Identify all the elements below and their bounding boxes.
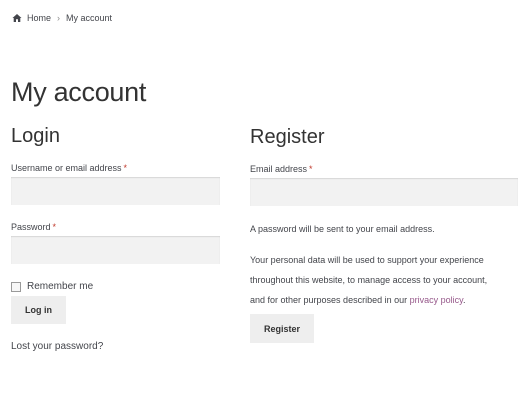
- username-label: Username or email address *: [11, 163, 127, 173]
- password-label: Password *: [11, 222, 56, 232]
- privacy-line-3-suffix: .: [462, 295, 466, 305]
- home-icon: [12, 14, 22, 22]
- email-label: Email address *: [250, 164, 313, 174]
- privacy-line-1: Your personal data will be used to suppo…: [250, 255, 484, 265]
- breadcrumb-current: My account: [66, 13, 113, 23]
- privacy-line-2: throughout this website, to manage acces…: [250, 275, 488, 285]
- privacy-line-3-prefix: and for other purposes described in our: [250, 295, 410, 305]
- remember-me-checkbox[interactable]: [11, 281, 21, 292]
- breadcrumb-separator: ›: [57, 13, 61, 23]
- required-marker: *: [52, 222, 57, 232]
- password-note: A password will be sent to your email ad…: [250, 224, 435, 234]
- privacy-text: Your personal data will be used to suppo…: [250, 250, 525, 310]
- required-marker: *: [123, 163, 128, 173]
- email-input[interactable]: [250, 178, 518, 206]
- email-label-text: Email address: [250, 164, 308, 174]
- lost-password-link[interactable]: Lost your password?: [11, 341, 103, 352]
- username-input[interactable]: [11, 177, 220, 205]
- required-marker: *: [309, 164, 313, 174]
- breadcrumb: Home › My account: [12, 11, 112, 25]
- page-title: My account: [11, 77, 147, 107]
- login-title: Login: [11, 125, 60, 147]
- remember-me-row[interactable]: Remember me: [11, 281, 93, 292]
- privacy-policy-link[interactable]: privacy policy: [410, 295, 463, 305]
- register-title: Register: [250, 126, 325, 148]
- username-label-text: Username or email address: [11, 163, 122, 173]
- breadcrumb-home-link[interactable]: Home: [27, 13, 51, 23]
- password-label-text: Password: [11, 222, 51, 232]
- register-button[interactable]: Register: [250, 314, 314, 343]
- remember-me-label: Remember me: [27, 281, 94, 292]
- login-button[interactable]: Log in: [11, 296, 66, 324]
- password-input[interactable]: [11, 236, 220, 264]
